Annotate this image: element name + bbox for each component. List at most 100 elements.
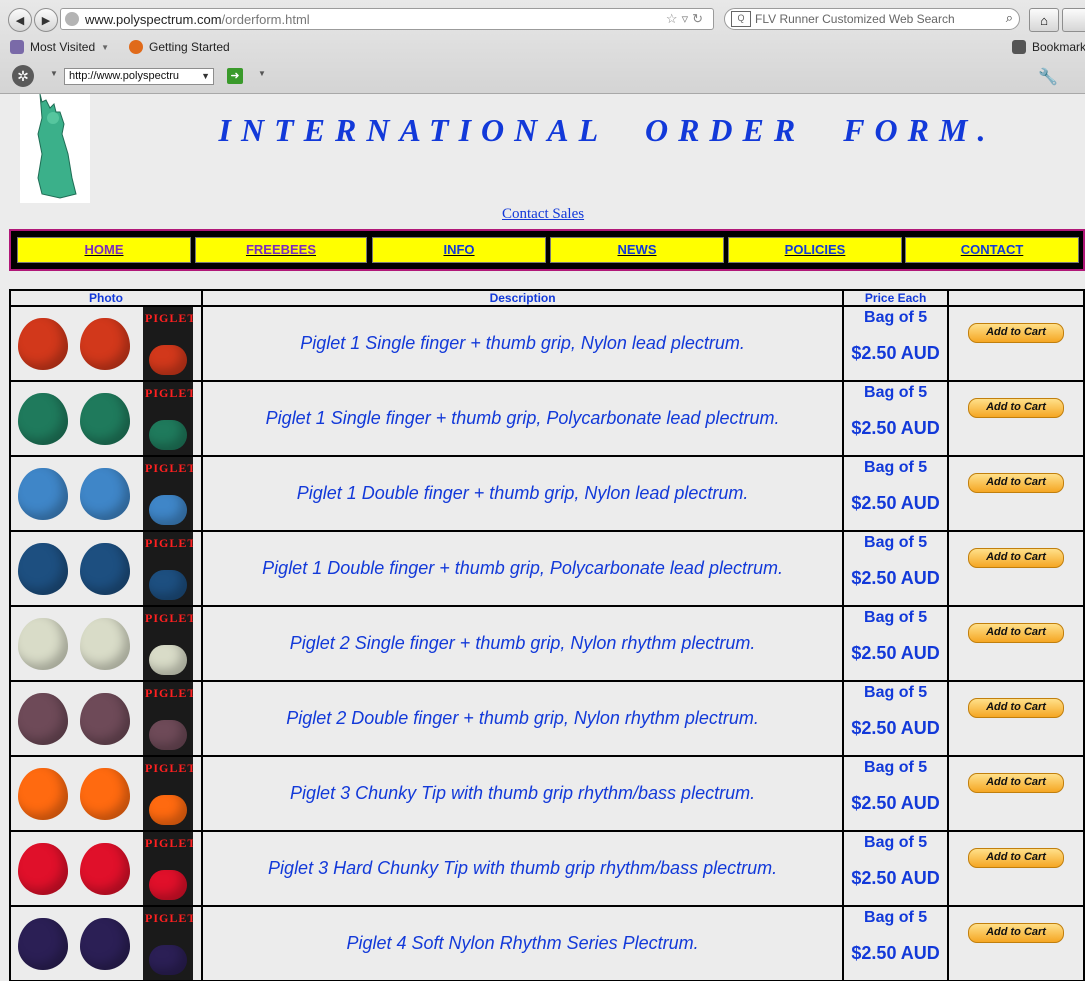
product-photos: PIGLET <box>11 607 201 680</box>
toolbar-url-value: http://www.polyspectru <box>69 70 180 82</box>
product-photo-cell: PIGLET <box>11 307 201 380</box>
pick-shape <box>18 617 68 670</box>
pick-shape <box>80 617 130 670</box>
product-photo-cell: PIGLET <box>11 682 201 755</box>
bag-quantity: Bag of 5 <box>864 309 928 326</box>
bookmarks-toolbar: Most Visited ▼ Getting Started Bookmarks <box>0 38 1085 60</box>
nav-news-label[interactable]: NEWS <box>618 242 657 257</box>
bag-quantity: Bag of 5 <box>864 834 928 851</box>
pick-shape <box>18 692 68 745</box>
table-row: PIGLET Piglet 3 Chunky Tip with thumb gri… <box>11 757 1083 830</box>
product-photo-cell: PIGLET <box>11 532 201 605</box>
browser-chrome: ◀ ▶ www.polyspectrum.com/orderform.html … <box>0 0 1085 94</box>
header-photo: Photo <box>11 291 201 305</box>
bookmarks-menu[interactable]: Bookmarks <box>1012 40 1085 54</box>
package-contents <box>149 570 187 600</box>
nav-contact-label[interactable]: CONTACT <box>961 242 1024 257</box>
bag-quantity: Bag of 5 <box>864 909 928 926</box>
bookmarks-icon <box>1012 40 1026 54</box>
wrench-icon[interactable]: 🔧 <box>1038 67 1058 87</box>
product-price-cell: Bag of 5 $2.50 AUD <box>844 532 948 605</box>
add-to-cart-button[interactable]: Add to Cart <box>968 548 1065 568</box>
chevron-down-icon[interactable]: ▼ <box>50 69 58 78</box>
package-image: PIGLET <box>143 907 193 980</box>
film-reel-icon[interactable]: ✲ <box>12 65 34 87</box>
pick-back-image <box>75 682 135 755</box>
pick-front-image <box>11 757 75 830</box>
pick-back-image <box>75 382 135 455</box>
back-arrow-icon: ◀ <box>15 14 25 27</box>
pick-shape <box>18 842 68 895</box>
search-engine-icon[interactable]: Q <box>731 11 751 27</box>
price-amount: $2.50 AUD <box>851 343 940 363</box>
nav-policies-label[interactable]: POLICIES <box>785 242 846 257</box>
chevron-down-icon[interactable]: ▼ <box>258 69 266 78</box>
pick-shape <box>18 917 68 970</box>
toolbar-url-input[interactable]: http://www.polyspectru ▼ <box>64 68 214 85</box>
product-photo-cell: PIGLET <box>11 757 201 830</box>
nav-home-label[interactable]: HOME <box>85 242 124 257</box>
globe-icon <box>65 12 79 26</box>
table-row: PIGLET Piglet 1 Double finger + thumb gri… <box>11 457 1083 530</box>
pick-back-image <box>75 532 135 605</box>
star-icon[interactable]: ☆ <box>666 11 682 26</box>
reload-icon[interactable]: ↻ <box>692 11 707 26</box>
nav-home[interactable]: HOME <box>17 237 191 263</box>
nav-freebees-label[interactable]: FREEBEES <box>246 242 316 257</box>
nav-info[interactable]: INFO <box>372 237 546 263</box>
product-photos: PIGLET <box>11 757 201 830</box>
price-amount: $2.50 AUD <box>851 718 940 738</box>
nav-freebees[interactable]: FREEBEES <box>195 237 367 263</box>
pick-shape <box>18 467 68 520</box>
nav-contact[interactable]: CONTACT <box>905 237 1079 263</box>
site-navigation: HOME FREEBEES INFO NEWS POLICIES CONTACT <box>9 229 1085 271</box>
table-row: PIGLET Piglet 1 Double finger + thumb gri… <box>11 532 1083 605</box>
dropdown-arrow-icon[interactable]: ▼ <box>201 69 210 84</box>
bookmark-getting-started[interactable]: Getting Started <box>129 40 230 54</box>
price-amount: $2.50 AUD <box>851 643 940 663</box>
add-to-cart-button[interactable]: Add to Cart <box>968 323 1065 343</box>
add-to-cart-cell: Add to Cart <box>949 457 1083 530</box>
package-contents <box>149 345 187 375</box>
product-description: Piglet 3 Chunky Tip with thumb grip rhyt… <box>203 757 843 830</box>
home-button[interactable]: ⌂ <box>1029 8 1059 32</box>
dropdown-icon[interactable]: ▿ <box>682 11 693 26</box>
pick-front-image <box>11 907 75 980</box>
nav-news[interactable]: NEWS <box>550 237 724 263</box>
web-page: INTERNATIONAL ORDER FORM. Contact Sales … <box>9 93 1085 981</box>
product-price-cell: Bag of 5 $2.50 AUD <box>844 607 948 680</box>
contact-sales-link[interactable]: Contact Sales <box>502 206 584 223</box>
forward-arrow-icon: ▶ <box>41 14 51 27</box>
go-arrow-icon[interactable]: ➜ <box>227 68 243 84</box>
add-to-cart-button[interactable]: Add to Cart <box>968 848 1065 868</box>
pick-shape <box>18 392 68 445</box>
bookmark-most-visited[interactable]: Most Visited ▼ <box>10 40 109 54</box>
add-to-cart-button[interactable]: Add to Cart <box>968 773 1065 793</box>
add-to-cart-button[interactable]: Add to Cart <box>968 698 1065 718</box>
product-photos: PIGLET <box>11 532 201 605</box>
pick-shape <box>18 542 68 595</box>
back-button[interactable]: ◀ <box>8 8 32 32</box>
add-to-cart-cell: Add to Cart <box>949 382 1083 455</box>
add-to-cart-button[interactable]: Add to Cart <box>968 623 1065 643</box>
product-photo-cell: PIGLET <box>11 832 201 905</box>
search-icon[interactable]: ⌕ <box>1006 10 1013 26</box>
address-bar[interactable]: www.polyspectrum.com/orderform.html ☆▿↻ <box>60 8 714 30</box>
add-to-cart-cell: Add to Cart <box>949 682 1083 755</box>
product-description: Piglet 2 Double finger + thumb grip, Nyl… <box>203 682 843 755</box>
add-to-cart-button[interactable]: Add to Cart <box>968 398 1065 418</box>
package-contents <box>149 870 187 900</box>
product-description: Piglet 1 Double finger + thumb grip, Nyl… <box>203 457 843 530</box>
price-amount: $2.50 AUD <box>851 943 940 963</box>
order-table: Photo Description Price Each PIGLET Pigle… <box>9 289 1085 981</box>
product-photos: PIGLET <box>11 832 201 905</box>
extra-toolbar-button[interactable] <box>1062 8 1085 32</box>
add-to-cart-button[interactable]: Add to Cart <box>968 923 1065 943</box>
nav-policies[interactable]: POLICIES <box>728 237 902 263</box>
search-field[interactable]: Q FLV Runner Customized Web Search ⌕ <box>724 8 1020 30</box>
add-to-cart-cell: Add to Cart <box>949 607 1083 680</box>
nav-info-label[interactable]: INFO <box>443 242 474 257</box>
add-to-cart-button[interactable]: Add to Cart <box>968 473 1065 493</box>
forward-button[interactable]: ▶ <box>34 8 58 32</box>
most-visited-icon <box>10 40 24 54</box>
